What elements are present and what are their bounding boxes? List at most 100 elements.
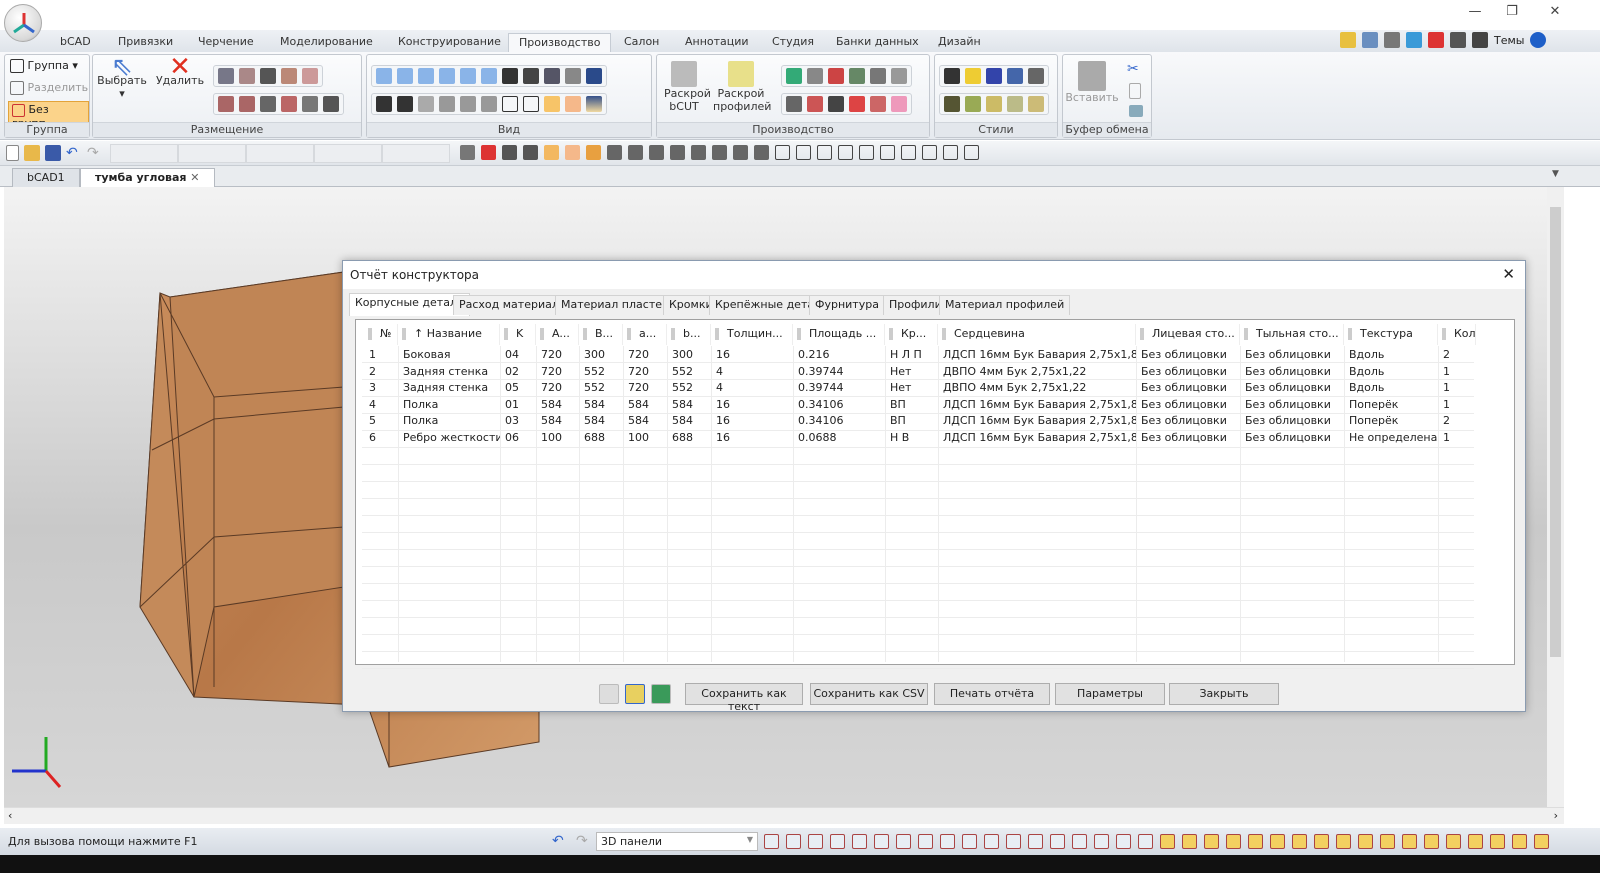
rect-icon[interactable]	[817, 145, 832, 160]
snap-mode-icon[interactable]	[830, 834, 845, 849]
table-cell[interactable]: Без облицовки	[1136, 412, 1240, 429]
snap-mode-icon[interactable]	[1534, 834, 1549, 849]
arc-icon[interactable]	[796, 145, 811, 160]
angle-icon[interactable]	[943, 145, 958, 160]
view-top-icon[interactable]	[397, 68, 413, 84]
report-tab[interactable]: Материал профилей	[939, 295, 1071, 315]
table-cell[interactable]: 720	[623, 379, 667, 396]
linetype-field[interactable]	[246, 144, 314, 163]
snap-mode-icon[interactable]	[1336, 834, 1351, 849]
table-cell[interactable]: 0.39744	[793, 379, 885, 396]
render-icon[interactable]	[544, 68, 560, 84]
snap-mode-icon[interactable]	[1182, 834, 1197, 849]
excel-icon[interactable]	[651, 684, 671, 704]
snap-mode-icon[interactable]	[1226, 834, 1241, 849]
align-bottom-icon[interactable]	[323, 96, 339, 112]
chevron-icon[interactable]	[964, 145, 979, 160]
snap-mode-icon[interactable]	[1512, 834, 1527, 849]
move-icon[interactable]	[281, 68, 297, 84]
table-cell[interactable]: Без облицовки	[1136, 379, 1240, 396]
info-icon[interactable]	[1530, 32, 1547, 48]
table-cell[interactable]: Н В	[885, 429, 938, 446]
snap-mode-icon[interactable]	[1138, 834, 1153, 849]
background-icon[interactable]	[586, 96, 602, 112]
snap-mode-icon[interactable]	[1446, 834, 1461, 849]
cut-icon[interactable]: ✂	[1127, 61, 1143, 77]
zoom-window-icon[interactable]	[460, 96, 476, 112]
table-cell[interactable]: 5	[364, 412, 398, 429]
status-undo-icon[interactable]: ↶	[552, 833, 564, 849]
zoom-in-icon[interactable]	[439, 96, 455, 112]
table-cell[interactable]: 584	[667, 412, 711, 429]
mirror-icon[interactable]	[239, 68, 255, 84]
color-icon[interactable]	[586, 68, 602, 84]
frame-icon[interactable]	[1028, 68, 1044, 84]
remove-icon[interactable]	[849, 96, 865, 112]
snap-mode-icon[interactable]	[984, 834, 999, 849]
snap-mode-icon[interactable]	[1490, 834, 1505, 849]
vertical-scrollbar[interactable]	[1547, 187, 1564, 807]
horizontal-scrollbar[interactable]: ‹ ›	[4, 807, 1564, 824]
snap-mode-icon[interactable]	[808, 834, 823, 849]
line-icon[interactable]	[775, 145, 790, 160]
table-cell[interactable]: Без облицовки	[1240, 379, 1344, 396]
table-cell[interactable]: Поперёк	[1344, 396, 1438, 413]
copy-image-icon[interactable]	[1129, 105, 1143, 117]
hammer-icon[interactable]	[1450, 32, 1466, 48]
report-tab[interactable]: Корпусные детали	[349, 293, 471, 316]
open-icon[interactable]	[24, 145, 40, 161]
table-cell[interactable]: Полка	[398, 396, 500, 413]
table-cell[interactable]: 0.0688	[793, 429, 885, 446]
zoom-icon[interactable]	[1362, 32, 1378, 48]
save-as-csv-button[interactable]: Сохранить как CSV	[810, 683, 928, 705]
bcut-button[interactable]: Раскрой bCUT	[659, 61, 711, 113]
ribbon-tab[interactable]: Дизайн	[928, 33, 991, 52]
shaded-icon[interactable]	[544, 96, 560, 112]
distribute-icon[interactable]	[260, 96, 276, 112]
table-cell[interactable]: Без облицовки	[1136, 346, 1240, 363]
table-cell[interactable]: 720	[536, 346, 579, 363]
binoculars-disabled-icon[interactable]	[418, 96, 434, 112]
snap-mode-icon[interactable]	[852, 834, 867, 849]
ribbon-tab[interactable]: Производство	[508, 33, 612, 52]
cnc-icon[interactable]	[849, 68, 865, 84]
table-cell[interactable]: Без облицовки	[1240, 429, 1344, 446]
paste-button[interactable]: Вставить	[1065, 61, 1119, 104]
table-cell[interactable]: 4	[711, 363, 793, 380]
ribbon-tab[interactable]: bCAD	[50, 33, 101, 52]
table-cell[interactable]: 05	[500, 379, 536, 396]
table-cell[interactable]: 1	[1438, 429, 1476, 446]
table-cell[interactable]: 04	[500, 346, 536, 363]
group-button[interactable]: Группа ▾	[10, 59, 78, 73]
spec-icon[interactable]	[807, 68, 823, 84]
checkmark-icon[interactable]	[599, 684, 619, 704]
save-as-text-button[interactable]: Сохранить как текст	[685, 683, 803, 713]
snap-mode-icon[interactable]	[918, 834, 933, 849]
snap-mode-icon[interactable]	[1116, 834, 1131, 849]
table-cell[interactable]: Нет	[885, 363, 938, 380]
report-tab[interactable]: Профили	[883, 295, 948, 315]
column-header[interactable]: Кол.	[1438, 324, 1476, 345]
doc-tab-bcad1[interactable]: bCAD1	[12, 168, 80, 187]
table-cell[interactable]: 300	[667, 346, 711, 363]
table-cell[interactable]: 584	[623, 412, 667, 429]
snap-mode-icon[interactable]	[1402, 834, 1417, 849]
rotate-icon[interactable]	[302, 68, 318, 84]
binoculars-hand-icon[interactable]	[397, 96, 413, 112]
dim-icon[interactable]	[901, 145, 916, 160]
table-cell[interactable]: Без облицовки	[1240, 346, 1344, 363]
themes-label[interactable]: Темы	[1494, 34, 1524, 47]
table-cell[interactable]: Без облицовки	[1136, 396, 1240, 413]
distribute-icon[interactable]	[691, 145, 706, 160]
pointer-icon[interactable]	[460, 145, 475, 160]
visibility-icon[interactable]	[565, 68, 581, 84]
snap-mode-icon[interactable]	[1468, 834, 1483, 849]
line-style-icon[interactable]	[944, 68, 960, 84]
select-button[interactable]: ⇖ Выбрать ▾	[97, 54, 147, 100]
snap-mode-icon[interactable]	[1204, 834, 1219, 849]
column-header[interactable]: Толщин...	[711, 324, 793, 345]
table-cell[interactable]: 4	[364, 396, 398, 413]
table-cell[interactable]: 720	[536, 379, 579, 396]
column-header[interactable]: №	[364, 324, 398, 345]
table-cell[interactable]: Полка	[398, 412, 500, 429]
